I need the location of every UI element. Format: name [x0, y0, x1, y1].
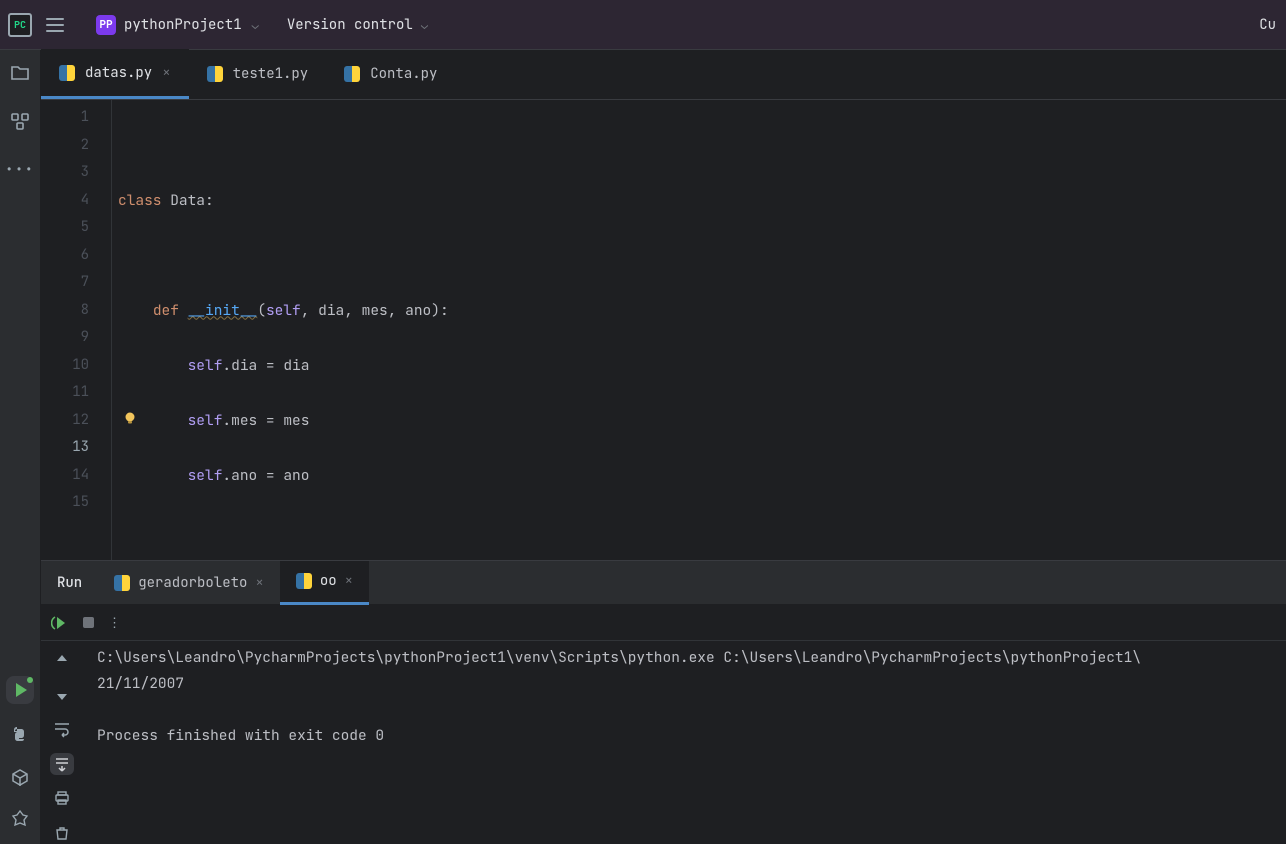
python-file-icon — [207, 66, 223, 82]
close-icon[interactable]: × — [345, 572, 353, 590]
run-body: C:\Users\Leandro\PycharmProjects\pythonP… — [41, 641, 1286, 844]
version-control-label: Version control — [287, 16, 413, 34]
titlebar-right-text: Cu — [1259, 16, 1278, 34]
intention-bulb-icon[interactable] — [123, 411, 137, 425]
python-file-icon — [59, 65, 75, 81]
services-icon[interactable] — [9, 808, 31, 830]
code-editor[interactable]: 1 2 3 4 5 6 7 8 9 10 11 12 13 14 15 — [41, 100, 1286, 560]
run-panel: Run geradorboleto × oo × — [41, 560, 1286, 844]
code-content[interactable]: class Data: def __init__(self, dia, mes,… — [112, 100, 1286, 560]
down-stack-button[interactable] — [50, 684, 74, 707]
run-tab-oo[interactable]: oo × — [280, 561, 369, 605]
chevron-down-icon: ⌄ — [421, 17, 428, 33]
run-button[interactable] — [6, 676, 34, 704]
left-tool-strip: ••• — [0, 50, 41, 844]
app-root: PC PP pythonProject1 ⌄ Version control ⌄… — [0, 0, 1286, 844]
editor-column: datas.py × teste1.py Conta.py 1 2 3 — [41, 50, 1286, 844]
left-bottom-stack — [6, 676, 34, 844]
titlebar: PC PP pythonProject1 ⌄ Version control ⌄… — [0, 0, 1286, 50]
editor-tabbar: datas.py × teste1.py Conta.py — [41, 50, 1286, 100]
editor-tab-teste1[interactable]: teste1.py — [189, 49, 327, 99]
run-tab-label: geradorboleto — [138, 574, 247, 592]
more-tool-icon[interactable]: ••• — [9, 158, 31, 180]
print-button[interactable] — [50, 787, 74, 810]
run-output[interactable]: C:\Users\Leandro\PycharmProjects\pythonP… — [83, 641, 1286, 844]
run-side-controls — [41, 641, 83, 844]
editor-tab-label: datas.py — [85, 64, 152, 82]
run-more-button[interactable]: ⋮ — [108, 614, 121, 631]
editor-tab-label: Conta.py — [370, 65, 437, 83]
rerun-button[interactable] — [51, 614, 69, 632]
close-icon[interactable]: × — [162, 64, 170, 82]
project-badge: PP — [96, 15, 116, 35]
run-panel-title: Run — [41, 574, 98, 592]
python-console-icon[interactable] — [9, 724, 31, 746]
python-packages-icon[interactable] — [9, 766, 31, 788]
python-file-icon — [296, 573, 312, 589]
line-number-gutter: 1 2 3 4 5 6 7 8 9 10 11 12 13 14 15 — [41, 100, 111, 560]
run-output-wrap: C:\Users\Leandro\PycharmProjects\pythonP… — [83, 641, 1286, 844]
scroll-to-end-button[interactable] — [50, 753, 74, 776]
run-tab-geradorboleto[interactable]: geradorboleto × — [98, 561, 280, 605]
project-selector[interactable]: PP pythonProject1 ⌄ — [88, 11, 267, 39]
python-file-icon — [114, 575, 130, 591]
project-name: pythonProject1 — [124, 16, 242, 34]
version-control-menu[interactable]: Version control ⌄ — [287, 16, 428, 34]
main-row: ••• — [0, 50, 1286, 844]
up-stack-button[interactable] — [50, 649, 74, 672]
project-tool-icon[interactable] — [9, 62, 31, 84]
main-menu-button[interactable] — [46, 13, 70, 37]
run-toolbar: ⋮ — [41, 605, 1286, 641]
editor-tab-datas[interactable]: datas.py × — [41, 49, 189, 99]
stop-button[interactable] — [83, 617, 94, 628]
ide-logo-icon: PC — [8, 13, 32, 37]
soft-wrap-button[interactable] — [50, 718, 74, 741]
run-tabbar: Run geradorboleto × oo × — [41, 561, 1286, 605]
editor-tab-conta[interactable]: Conta.py — [326, 49, 455, 99]
editor-tab-label: teste1.py — [233, 65, 309, 83]
python-file-icon — [344, 66, 360, 82]
chevron-down-icon: ⌄ — [252, 17, 259, 33]
run-status-dot — [27, 677, 33, 683]
structure-tool-icon[interactable] — [9, 110, 31, 132]
run-tab-label: oo — [320, 572, 337, 590]
close-icon[interactable]: × — [255, 574, 263, 592]
stop-icon — [83, 617, 94, 628]
play-icon — [16, 683, 27, 697]
clear-all-button[interactable] — [50, 822, 74, 844]
